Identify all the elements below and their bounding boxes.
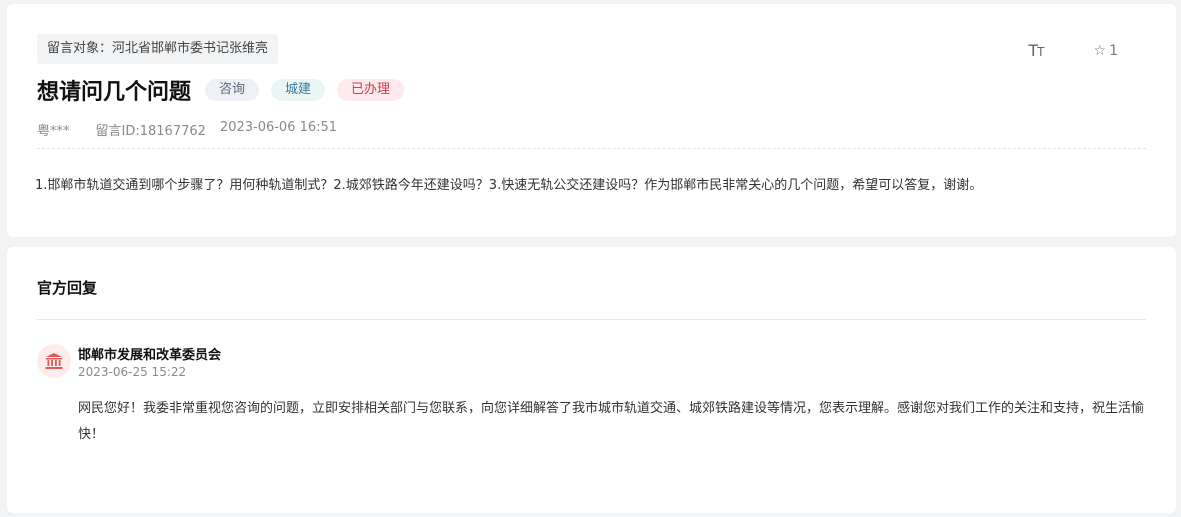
divider (37, 148, 1146, 149)
toolbar: TT ☆ 1 (1028, 41, 1118, 60)
message-datetime: 2023-06-06 16:51 (219, 120, 338, 135)
favorite-count: 1 (1109, 42, 1118, 59)
title-row: 想请问几个问题 咨询 城建 已办理 (37, 74, 405, 106)
reply-card: 官方回复 邯郸市发展和改革委员会 2023-06-25 15:22 网民您好！我… (7, 247, 1176, 513)
message-title: 想请问几个问题 (37, 80, 192, 105)
message-card: 留言对象：河北省邯郸市委书记张维亮 TT ☆ 1 想请问几个问题 咨询 城建 已… (7, 4, 1176, 237)
divider (37, 319, 1146, 320)
font-size-icon[interactable]: TT (1028, 41, 1044, 60)
author-name: 粤*** (37, 124, 70, 139)
message-content: 1.邯郸市轨道交通到哪个步骤了？用何种轨道制式？2.城郊铁路今年还建设吗？3.快… (35, 178, 983, 193)
message-target-tag: 留言对象：河北省邯郸市委书记张维亮 (37, 34, 279, 64)
government-building-icon (37, 344, 71, 378)
reply-organization: 邯郸市发展和改革委员会 (78, 348, 222, 363)
message-id: 留言ID:18167762 (95, 124, 206, 139)
reply-date: 2023-06-25 15:22 (78, 365, 187, 379)
reply-heading: 官方回复 (37, 279, 98, 297)
tag-category: 咨询 (205, 79, 260, 101)
tag-status: 已办理 (337, 79, 405, 101)
star-outline-icon: ☆ (1093, 42, 1107, 59)
tag-domain: 城建 (271, 79, 326, 101)
favorite-button[interactable]: ☆ 1 (1094, 43, 1118, 59)
message-meta: 粤*** 留言ID:18167762 2023-06-06 16:51 (37, 120, 363, 139)
reply-text: 网民您好！我委非常重视您咨询的问题，立即安排相关部门与您联系，向您详细解答了我市… (78, 401, 1145, 442)
